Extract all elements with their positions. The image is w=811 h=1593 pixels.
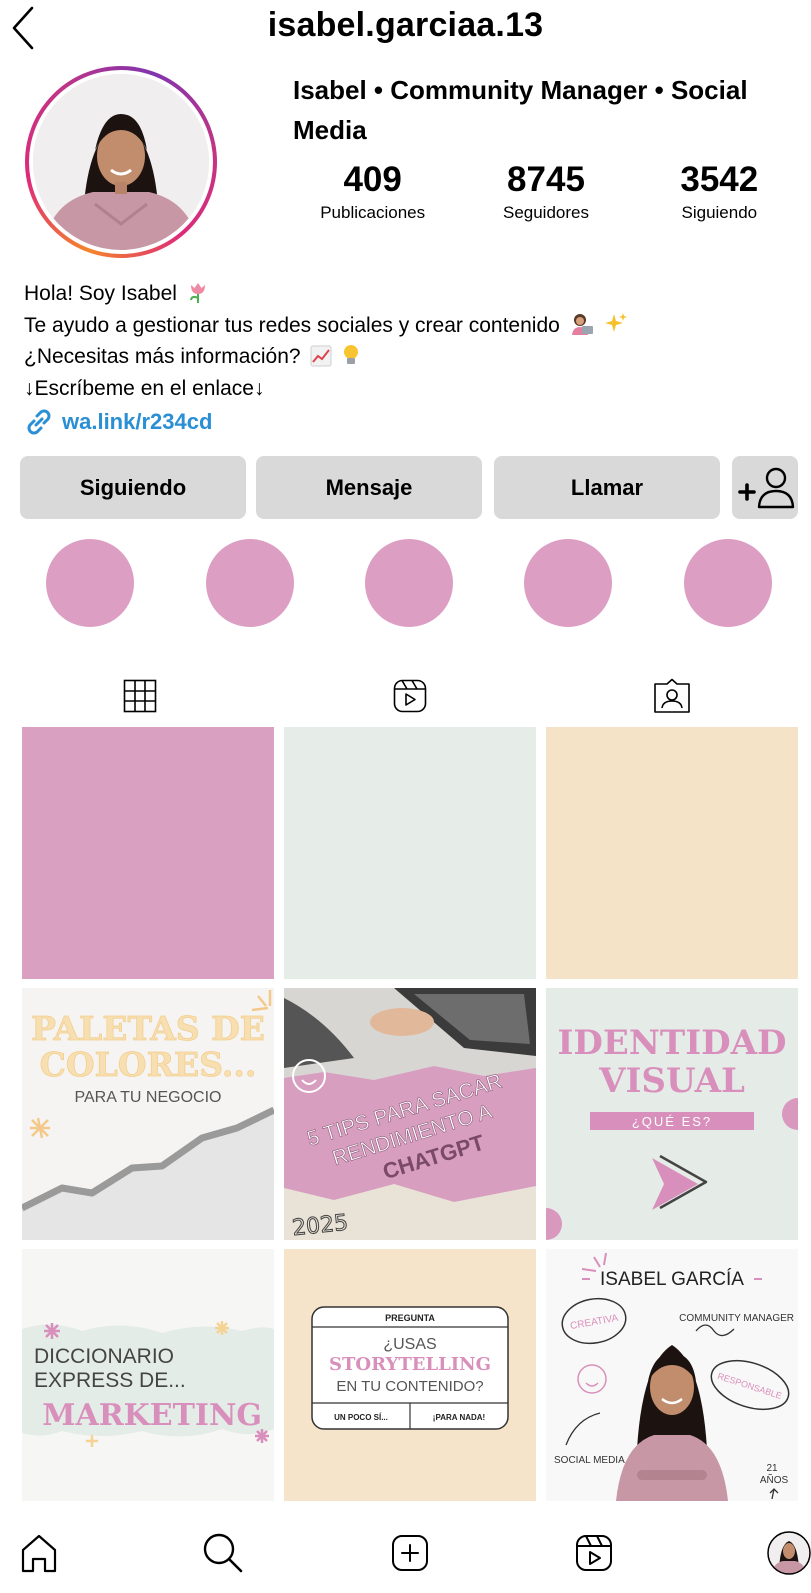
isabel-graphic: ISABEL GARCÍA CREATIVA COMMUNITY MANAGER… xyxy=(554,1252,794,1501)
identidad-title-2: VISUAL xyxy=(598,1061,745,1101)
nav-profile[interactable] xyxy=(764,1528,811,1578)
bio-line: ↓Escríbeme en el enlace↓ xyxy=(24,376,265,400)
isabel-tag-social-media: SOCIAL MEDIA xyxy=(554,1455,625,1466)
identidad-graphic: IDENTIDAD VISUAL ¿QUÉ ES? xyxy=(546,1023,798,1240)
nav-home[interactable] xyxy=(14,1528,64,1578)
pregunta-option-1: UN POCO SÍ... xyxy=(334,1413,388,1422)
diccionario-line-3: MARKETING xyxy=(42,1398,262,1433)
post-tile-pink[interactable] xyxy=(22,727,274,979)
profile-display-name: Isabel • Community Manager • Social Medi… xyxy=(293,75,748,145)
identidad-title-1: IDENTIDAD xyxy=(558,1023,787,1063)
isabel-age-unit: AÑOS xyxy=(760,1473,789,1486)
tips-graphic: 5 TIPS PARA SACAR RENDIMIENTO A CHATGPT … xyxy=(284,988,536,1240)
reels-icon xyxy=(393,679,427,713)
identidad-subtitle: ¿QUÉ ES? xyxy=(632,1114,712,1129)
tab-tagged[interactable] xyxy=(648,672,696,720)
story-highlight[interactable] xyxy=(206,539,294,627)
bottom-navigation xyxy=(0,1512,811,1593)
profile-bio: Hola! Soy Isabel Te ayudo a gestionar tu… xyxy=(24,278,804,438)
paletas-title-2: COLORES... xyxy=(40,1045,257,1084)
isabel-age: 21 xyxy=(766,1463,778,1474)
post-tile-storytelling-question[interactable]: PREGUNTA ¿USAS STORYTELLING EN TU CONTEN… xyxy=(284,1249,536,1501)
pregunta-header: PREGUNTA xyxy=(385,1313,435,1323)
post-tile-chatgpt-tips[interactable]: 5 TIPS PARA SACAR RENDIMIENTO A CHATGPT … xyxy=(284,988,536,1240)
create-post-icon xyxy=(392,1535,428,1571)
isabel-tag-community: COMMUNITY MANAGER xyxy=(679,1313,794,1324)
tab-posts-grid[interactable] xyxy=(116,672,164,720)
story-highlight[interactable] xyxy=(524,539,612,627)
following-button[interactable]: Siguiendo xyxy=(20,456,246,519)
profile-avatar xyxy=(767,1531,811,1575)
paletas-graphic: PALETAS DE COLORES... PARA TU NEGOCIO xyxy=(22,990,274,1240)
top-bar: isabel.garciaa.13 xyxy=(0,0,811,60)
profile-username: isabel.garciaa.13 xyxy=(267,6,544,44)
pregunta-graphic: PREGUNTA ¿USAS STORYTELLING EN TU CONTEN… xyxy=(311,1306,509,1430)
bio-line: ¿Necesitas más información? xyxy=(24,345,301,368)
profile-avatar xyxy=(33,74,209,250)
pregunta-line-1: ¿USAS xyxy=(383,1336,436,1353)
story-highlight[interactable] xyxy=(365,539,453,627)
stat-label: Siguiendo xyxy=(681,203,758,222)
chart-increasing-emoji-icon xyxy=(310,345,332,367)
bio-line: Hola! Soy Isabel xyxy=(24,282,177,305)
reels-icon xyxy=(576,1535,612,1571)
paletas-title-1: PALETAS DE xyxy=(31,1009,265,1048)
posts-count-stat[interactable]: 409 Publicaciones xyxy=(286,160,459,230)
stat-value: 3542 xyxy=(680,160,759,199)
post-tile-mint[interactable] xyxy=(284,727,536,979)
post-tile-diccionario[interactable]: DICCIONARIO EXPRESS DE... MARKETING xyxy=(22,1249,274,1501)
stat-value: 8745 xyxy=(507,160,585,199)
call-button[interactable]: Llamar xyxy=(494,456,720,519)
tulip-emoji-icon xyxy=(189,283,205,303)
stat-label: Seguidores xyxy=(502,203,589,222)
tagged-icon xyxy=(654,678,690,713)
pregunta-line-3: EN TU CONTENIDO? xyxy=(336,1378,483,1395)
paletas-subtitle: PARA TU NEGOCIO xyxy=(75,1089,222,1106)
pregunta-line-2: STORYTELLING xyxy=(329,1354,491,1375)
link-icon xyxy=(27,409,51,435)
tips-year: 2025 xyxy=(291,1211,349,1240)
story-highlight[interactable] xyxy=(46,539,134,627)
isabel-name: ISABEL GARCÍA xyxy=(600,1269,744,1290)
nav-create-post[interactable] xyxy=(385,1528,435,1578)
diccionario-line-1: DICCIONARIO xyxy=(34,1345,174,1368)
grid-icon xyxy=(123,679,157,713)
suggest-users-button[interactable] xyxy=(732,456,798,519)
tab-reels[interactable] xyxy=(386,672,434,720)
woman-technologist-emoji-icon xyxy=(571,313,593,335)
bio-line: Te ayudo a gestionar tus redes sociales … xyxy=(24,313,560,337)
post-tile-identidad-visual[interactable]: IDENTIDAD VISUAL ¿QUÉ ES? xyxy=(546,988,798,1240)
post-tile-cream[interactable] xyxy=(546,727,798,979)
diccionario-line-2: EXPRESS DE... xyxy=(34,1369,186,1392)
add-person-icon xyxy=(738,467,795,508)
posts-grid: PALETAS DE COLORES... PARA TU NEGOCIO 5 … xyxy=(22,727,798,1502)
isabel-tag-responsable: RESPONSABLE xyxy=(716,1371,783,1401)
stat-value: 409 xyxy=(343,160,402,199)
post-tile-isabel-garcia[interactable]: ISABEL GARCÍA CREATIVA COMMUNITY MANAGER… xyxy=(546,1249,798,1501)
message-button[interactable]: Mensaje xyxy=(256,456,482,519)
isabel-tag-creativa: CREATIVA xyxy=(569,1313,619,1332)
light-bulb-emoji-icon xyxy=(344,345,359,364)
sparkles-emoji-icon xyxy=(604,312,627,332)
profile-avatar-story-ring[interactable] xyxy=(25,66,217,258)
following-count-stat[interactable]: 3542 Siguiendo xyxy=(633,160,806,230)
profile-stats: 409 Publicaciones 8745 Seguidores 3542 S… xyxy=(286,160,806,230)
stat-label: Publicaciones xyxy=(320,203,426,222)
story-highlight[interactable] xyxy=(684,539,772,627)
followers-count-stat[interactable]: 8745 Seguidores xyxy=(459,160,632,230)
bio-link[interactable]: wa.link/r234cd xyxy=(24,406,804,438)
nav-reels[interactable] xyxy=(569,1528,619,1578)
nav-search[interactable] xyxy=(198,1528,248,1578)
diccionario-graphic: DICCIONARIO EXPRESS DE... MARKETING xyxy=(22,1321,274,1447)
search-icon xyxy=(203,1533,243,1573)
pregunta-option-2: ¡PARA NADA! xyxy=(433,1413,485,1422)
bio-link-text: wa.link/r234cd xyxy=(62,409,213,434)
home-icon xyxy=(21,1534,57,1573)
profile-actions: Siguiendo Mensaje Llamar xyxy=(20,456,800,519)
post-tile-paletas[interactable]: PALETAS DE COLORES... PARA TU NEGOCIO xyxy=(22,988,274,1240)
